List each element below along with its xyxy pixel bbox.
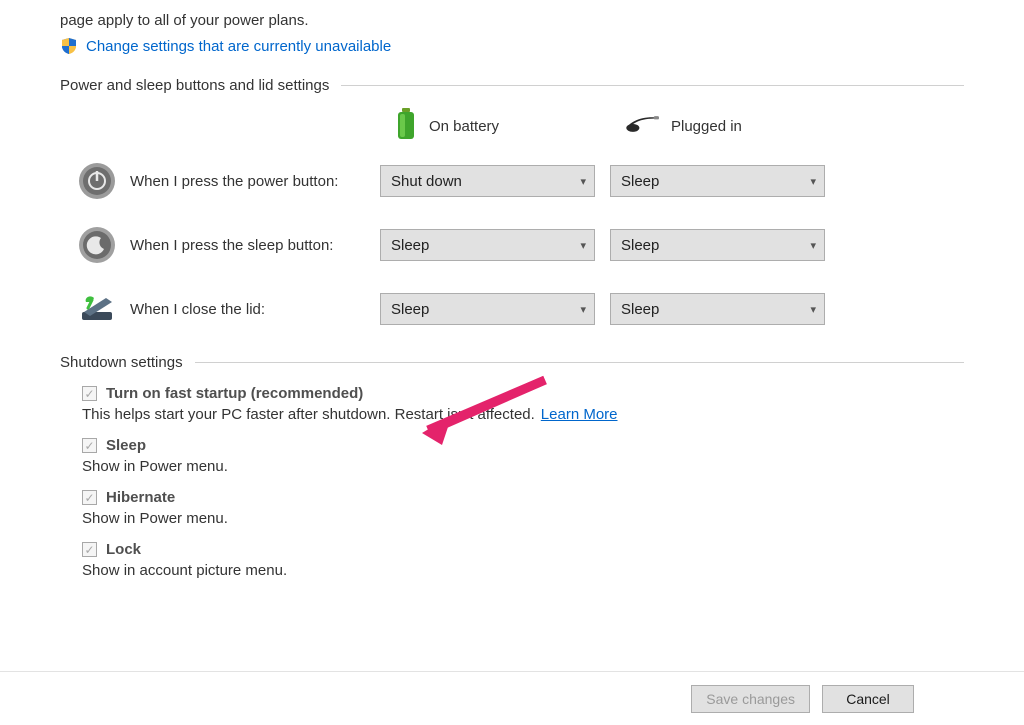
lock-desc: Show in account picture menu. bbox=[82, 562, 964, 579]
sleep-button-icon bbox=[78, 226, 116, 264]
chevron-down-icon: ▾ bbox=[580, 239, 586, 252]
power-button-icon bbox=[78, 162, 116, 200]
lock-checkbox[interactable] bbox=[82, 542, 97, 557]
section-rule bbox=[195, 362, 964, 363]
lock-title: Lock bbox=[106, 541, 141, 558]
hibernate-title: Hibernate bbox=[106, 489, 175, 506]
sleep-button-plugged-select[interactable]: Sleep ▾ bbox=[610, 229, 825, 261]
chevron-down-icon: ▾ bbox=[580, 303, 586, 316]
sleep-checkbox[interactable] bbox=[82, 438, 97, 453]
sleep-desc: Show in Power menu. bbox=[82, 458, 964, 475]
lid-plugged-select[interactable]: Sleep ▾ bbox=[610, 293, 825, 325]
sleep-button-plugged-value: Sleep bbox=[621, 237, 659, 254]
fast-startup-checkbox[interactable] bbox=[82, 386, 97, 401]
intro-text: page apply to all of your power plans. bbox=[60, 12, 964, 29]
lid-battery-value: Sleep bbox=[391, 301, 429, 318]
power-button-battery-select[interactable]: Shut down ▾ bbox=[380, 165, 595, 197]
admin-change-settings-link[interactable]: Change settings that are currently unava… bbox=[86, 38, 391, 55]
sleep-button-battery-select[interactable]: Sleep ▾ bbox=[380, 229, 595, 261]
chevron-down-icon: ▾ bbox=[580, 175, 586, 188]
power-button-plugged-select[interactable]: Sleep ▾ bbox=[610, 165, 825, 197]
sleep-title: Sleep bbox=[106, 437, 146, 454]
section-title-buttons-lid: Power and sleep buttons and lid settings bbox=[60, 77, 341, 94]
hibernate-desc: Show in Power menu. bbox=[82, 510, 964, 527]
row-label-sleep: When I press the sleep button: bbox=[116, 237, 380, 254]
lid-plugged-value: Sleep bbox=[621, 301, 659, 318]
battery-icon bbox=[395, 108, 417, 144]
hibernate-checkbox[interactable] bbox=[82, 490, 97, 505]
save-changes-button[interactable]: Save changes bbox=[691, 685, 810, 713]
power-button-battery-value: Shut down bbox=[391, 173, 462, 190]
row-label-lid: When I close the lid: bbox=[116, 301, 380, 318]
sleep-button-battery-value: Sleep bbox=[391, 237, 429, 254]
shield-icon bbox=[60, 37, 78, 55]
col-header-battery: On battery bbox=[429, 118, 499, 135]
section-title-shutdown: Shutdown settings bbox=[60, 354, 195, 371]
fast-startup-title: Turn on fast startup (recommended) bbox=[106, 385, 363, 402]
col-header-plugged: Plugged in bbox=[671, 118, 742, 135]
chevron-down-icon: ▾ bbox=[810, 175, 816, 188]
cancel-button[interactable]: Cancel bbox=[822, 685, 914, 713]
learn-more-link[interactable]: Learn More bbox=[541, 406, 618, 423]
section-rule bbox=[341, 85, 964, 86]
row-label-power: When I press the power button: bbox=[116, 173, 380, 190]
plug-icon bbox=[625, 113, 659, 139]
fast-startup-desc: This helps start your PC faster after sh… bbox=[82, 406, 535, 423]
chevron-down-icon: ▾ bbox=[810, 303, 816, 316]
lid-battery-select[interactable]: Sleep ▾ bbox=[380, 293, 595, 325]
chevron-down-icon: ▾ bbox=[810, 239, 816, 252]
power-button-plugged-value: Sleep bbox=[621, 173, 659, 190]
lid-icon bbox=[78, 290, 116, 328]
